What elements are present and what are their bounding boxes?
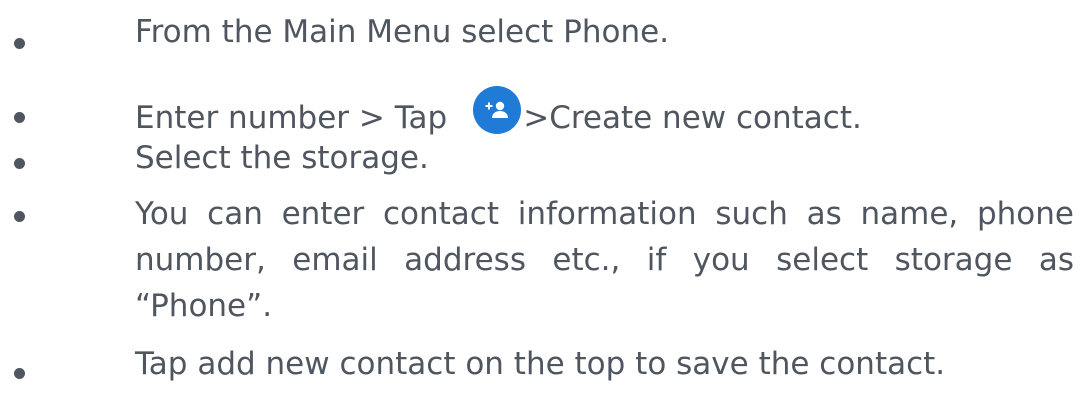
add-contact-icon [473,86,522,134]
list-item: Tap add new contact on the top to save t… [0,344,1088,384]
instruction-list: From the Main Menu select Phone. Enter n… [0,0,1088,403]
bullet-icon [14,112,25,123]
list-item-text: Select the storage. [135,140,429,176]
bullet-icon [14,211,25,222]
list-item-text: Enter number > Tap [135,100,448,136]
list-item: You can enter contact information such a… [0,191,1088,329]
list-item-text: From the Main Menu select Phone. [135,14,670,50]
bullet-icon [14,368,25,379]
list-item: Enter number > Tap >Create new contact. [0,78,1088,136]
list-item: Select the storage. [0,138,1088,178]
bullet-icon [14,158,25,169]
list-item-text: >Create new contact. [523,100,862,136]
list-item-text: You can enter contact information such a… [135,196,1074,324]
bullet-icon [14,38,25,49]
list-item: From the Main Menu select Phone. [0,12,1088,52]
list-item-text: Tap add new contact on the top to save t… [135,346,946,382]
